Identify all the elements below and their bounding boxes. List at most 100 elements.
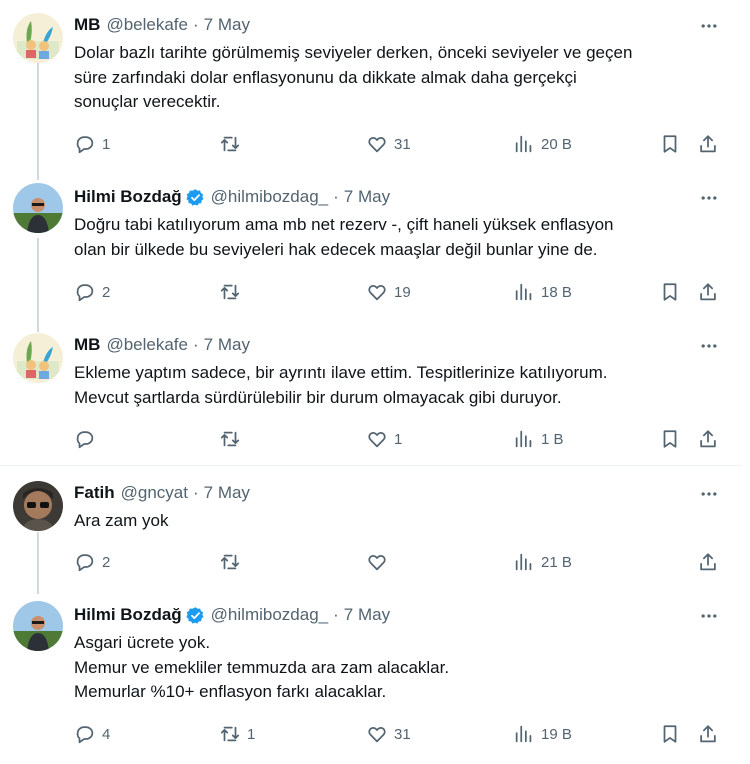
profile-photo-icon [13,183,63,233]
views-count: 18 B [541,283,572,301]
views-button[interactable]: 19 B [513,722,572,746]
tweet[interactable]: Fatih @gncyat · 7 May Ara zam yok 2 21 B [0,466,742,586]
like-button[interactable] [366,550,394,574]
tweet-date[interactable]: 7 May [344,186,390,208]
author-name[interactable]: MB [74,14,100,36]
retweet-count: 1 [247,725,256,743]
views-count: 21 B [541,553,572,571]
views-button[interactable]: 18 B [513,280,572,304]
heart-icon [368,285,386,301]
more-button[interactable] [698,15,720,37]
retweet-button[interactable] [219,550,247,574]
tweet-date[interactable]: 7 May [204,14,250,36]
action-bar: 1 31 20 B [0,132,742,156]
author-handle[interactable]: @gncyat [121,482,188,504]
tweet-text: Doğru tabi katılıyorum ama mb net rezerv… [74,213,724,262]
heart-icon [368,432,386,448]
reply-button[interactable] [74,427,102,451]
avatar[interactable] [13,601,63,651]
views-icon [515,430,532,448]
tweet-text-line: Mevcut şartlarda sürdürülebilir bir duru… [74,387,562,407]
tweet[interactable]: MB @belekafe · 7 May Dolar bazlı tarihte… [0,0,742,170]
author-handle[interactable]: @belekafe [106,334,188,356]
author-handle[interactable]: @hilmibozdag_ [211,186,328,208]
bookmark-button[interactable] [659,722,681,746]
views-button[interactable]: 21 B [513,550,572,574]
reply-count: 2 [102,283,111,301]
avatar[interactable] [13,333,63,383]
more-button[interactable] [698,187,720,209]
tweet-date[interactable]: 7 May [204,334,250,356]
tweet-text-line: sonuçlar verecektir. [74,92,221,111]
reply-button[interactable]: 1 [74,132,110,156]
views-button[interactable]: 20 B [513,132,572,156]
share-button[interactable] [697,427,719,451]
retweet-icon [220,284,240,300]
tweet-text-line: Asgari ücrete yok. [74,633,211,652]
tweet-text-line: Dolar bazlı tarihte görülmemiş seviyeler… [74,43,633,62]
share-button[interactable] [697,550,719,574]
more-button[interactable] [698,605,720,627]
tweet[interactable]: Hilmi Bozdağ @hilmibozdag_ · 7 May Asgar… [0,586,742,764]
share-icon [700,430,716,448]
more-button[interactable] [698,483,720,505]
tweet[interactable]: MB @belekafe · 7 May Ekleme yaptım sadec… [0,320,742,465]
like-count: 31 [394,725,411,743]
avatar[interactable] [13,13,63,63]
views-count: 20 B [541,135,572,153]
share-button[interactable] [697,722,719,746]
separator-dot: · [192,15,199,34]
profile-photo-icon [13,481,63,531]
bookmark-button[interactable] [659,427,681,451]
share-button[interactable] [697,132,719,156]
action-bar: 4 1 31 19 B [0,722,742,746]
reply-button[interactable]: 2 [74,550,110,574]
tweet-text-line: olan bir ülkede bu seviyeleri hak edecek… [74,239,598,259]
avatar[interactable] [13,183,63,233]
reply-count: 4 [102,725,111,743]
avatar[interactable] [13,481,63,531]
bookmark-button[interactable] [659,280,681,304]
author-name[interactable]: Hilmi Bozdağ [74,604,182,626]
reply-count: 2 [102,553,111,571]
bookmark-icon [663,725,677,743]
like-button[interactable]: 1 [366,427,402,451]
separator-dot: · [333,187,339,206]
views-button[interactable]: 1 B [513,427,564,451]
author-name[interactable]: MB [74,334,100,356]
reply-icon [76,726,94,744]
tweet-date[interactable]: 7 May [204,482,250,504]
reply-button[interactable]: 4 [74,722,110,746]
author-name[interactable]: Fatih [74,482,115,504]
like-button[interactable]: 19 [366,280,411,304]
share-icon [700,553,716,571]
like-count: 1 [394,430,403,448]
views-icon [515,135,532,153]
more-icon [701,196,717,200]
retweet-button[interactable] [219,132,247,156]
bookmark-button[interactable] [659,132,681,156]
tweet-text-line: Ekleme yaptım sadece, bir ayrıntı ilave … [74,363,608,382]
author-name[interactable]: Hilmi Bozdağ [74,186,182,208]
cartoon-avatar-icon [13,13,63,63]
retweet-button[interactable] [219,280,247,304]
heart-icon [368,555,386,571]
reply-icon [76,136,94,154]
tweet[interactable]: Hilmi Bozdağ @hilmibozdag_ · 7 May Doğru… [0,170,742,320]
author-handle[interactable]: @belekafe [106,14,188,36]
more-icon [701,24,717,28]
retweet-button[interactable] [219,427,247,451]
like-button[interactable]: 31 [366,132,411,156]
like-button[interactable]: 31 [366,722,411,746]
retweet-icon [220,431,240,447]
more-button[interactable] [698,335,720,357]
retweet-button[interactable]: 1 [219,722,255,746]
tweet-text-line: Doğru tabi katılıyorum ama mb net rezerv… [74,215,614,234]
author-handle[interactable]: @hilmibozdag_ [211,604,328,626]
views-icon [515,725,532,743]
tweet-date[interactable]: 7 May [344,604,390,626]
heart-icon [368,137,386,153]
share-icon [700,725,716,743]
share-button[interactable] [697,280,719,304]
reply-button[interactable]: 2 [74,280,110,304]
